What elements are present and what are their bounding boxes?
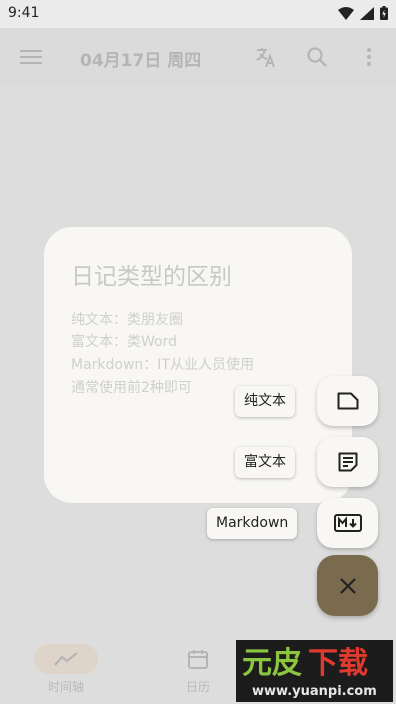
plain-note-icon	[337, 392, 358, 410]
signal-icon	[360, 6, 374, 20]
battery-icon	[380, 6, 388, 20]
plain-text-label[interactable]: 纯文本	[235, 386, 295, 417]
close-icon	[339, 577, 356, 594]
svg-text:www.yuanpi.com: www.yuanpi.com	[252, 684, 377, 699]
rich-text-label[interactable]: 富文本	[235, 447, 295, 478]
dialog-line: 富文本：类Word	[71, 334, 177, 350]
diary-type-dialog: 日记类型的区别 纯文本：类朋友圈 富文本：类Word Markdown：IT从业…	[44, 227, 352, 503]
close-fab-button[interactable]	[317, 555, 378, 616]
markdown-button[interactable]	[317, 498, 378, 548]
plain-text-button[interactable]	[317, 376, 378, 426]
rich-text-button[interactable]	[317, 437, 378, 487]
dialog-line: Markdown：IT从业人员使用	[71, 357, 254, 373]
rich-note-icon	[338, 452, 357, 472]
wifi-icon	[338, 6, 354, 20]
watermark-logo: 元皮 下载 www.yuanpi.com	[236, 640, 393, 702]
status-bar: 9:41	[0, 0, 396, 28]
status-icons	[338, 6, 388, 20]
markdown-icon	[333, 514, 362, 532]
dialog-title: 日记类型的区别	[71, 264, 232, 290]
status-time: 9:41	[8, 5, 40, 21]
markdown-label[interactable]: Markdown	[207, 508, 298, 539]
dialog-line: 通常使用前2种即可	[71, 380, 192, 396]
dialog-line: 纯文本：类朋友圈	[71, 312, 183, 328]
svg-text:下载: 下载	[308, 646, 368, 681]
svg-text:元皮: 元皮	[242, 646, 302, 681]
